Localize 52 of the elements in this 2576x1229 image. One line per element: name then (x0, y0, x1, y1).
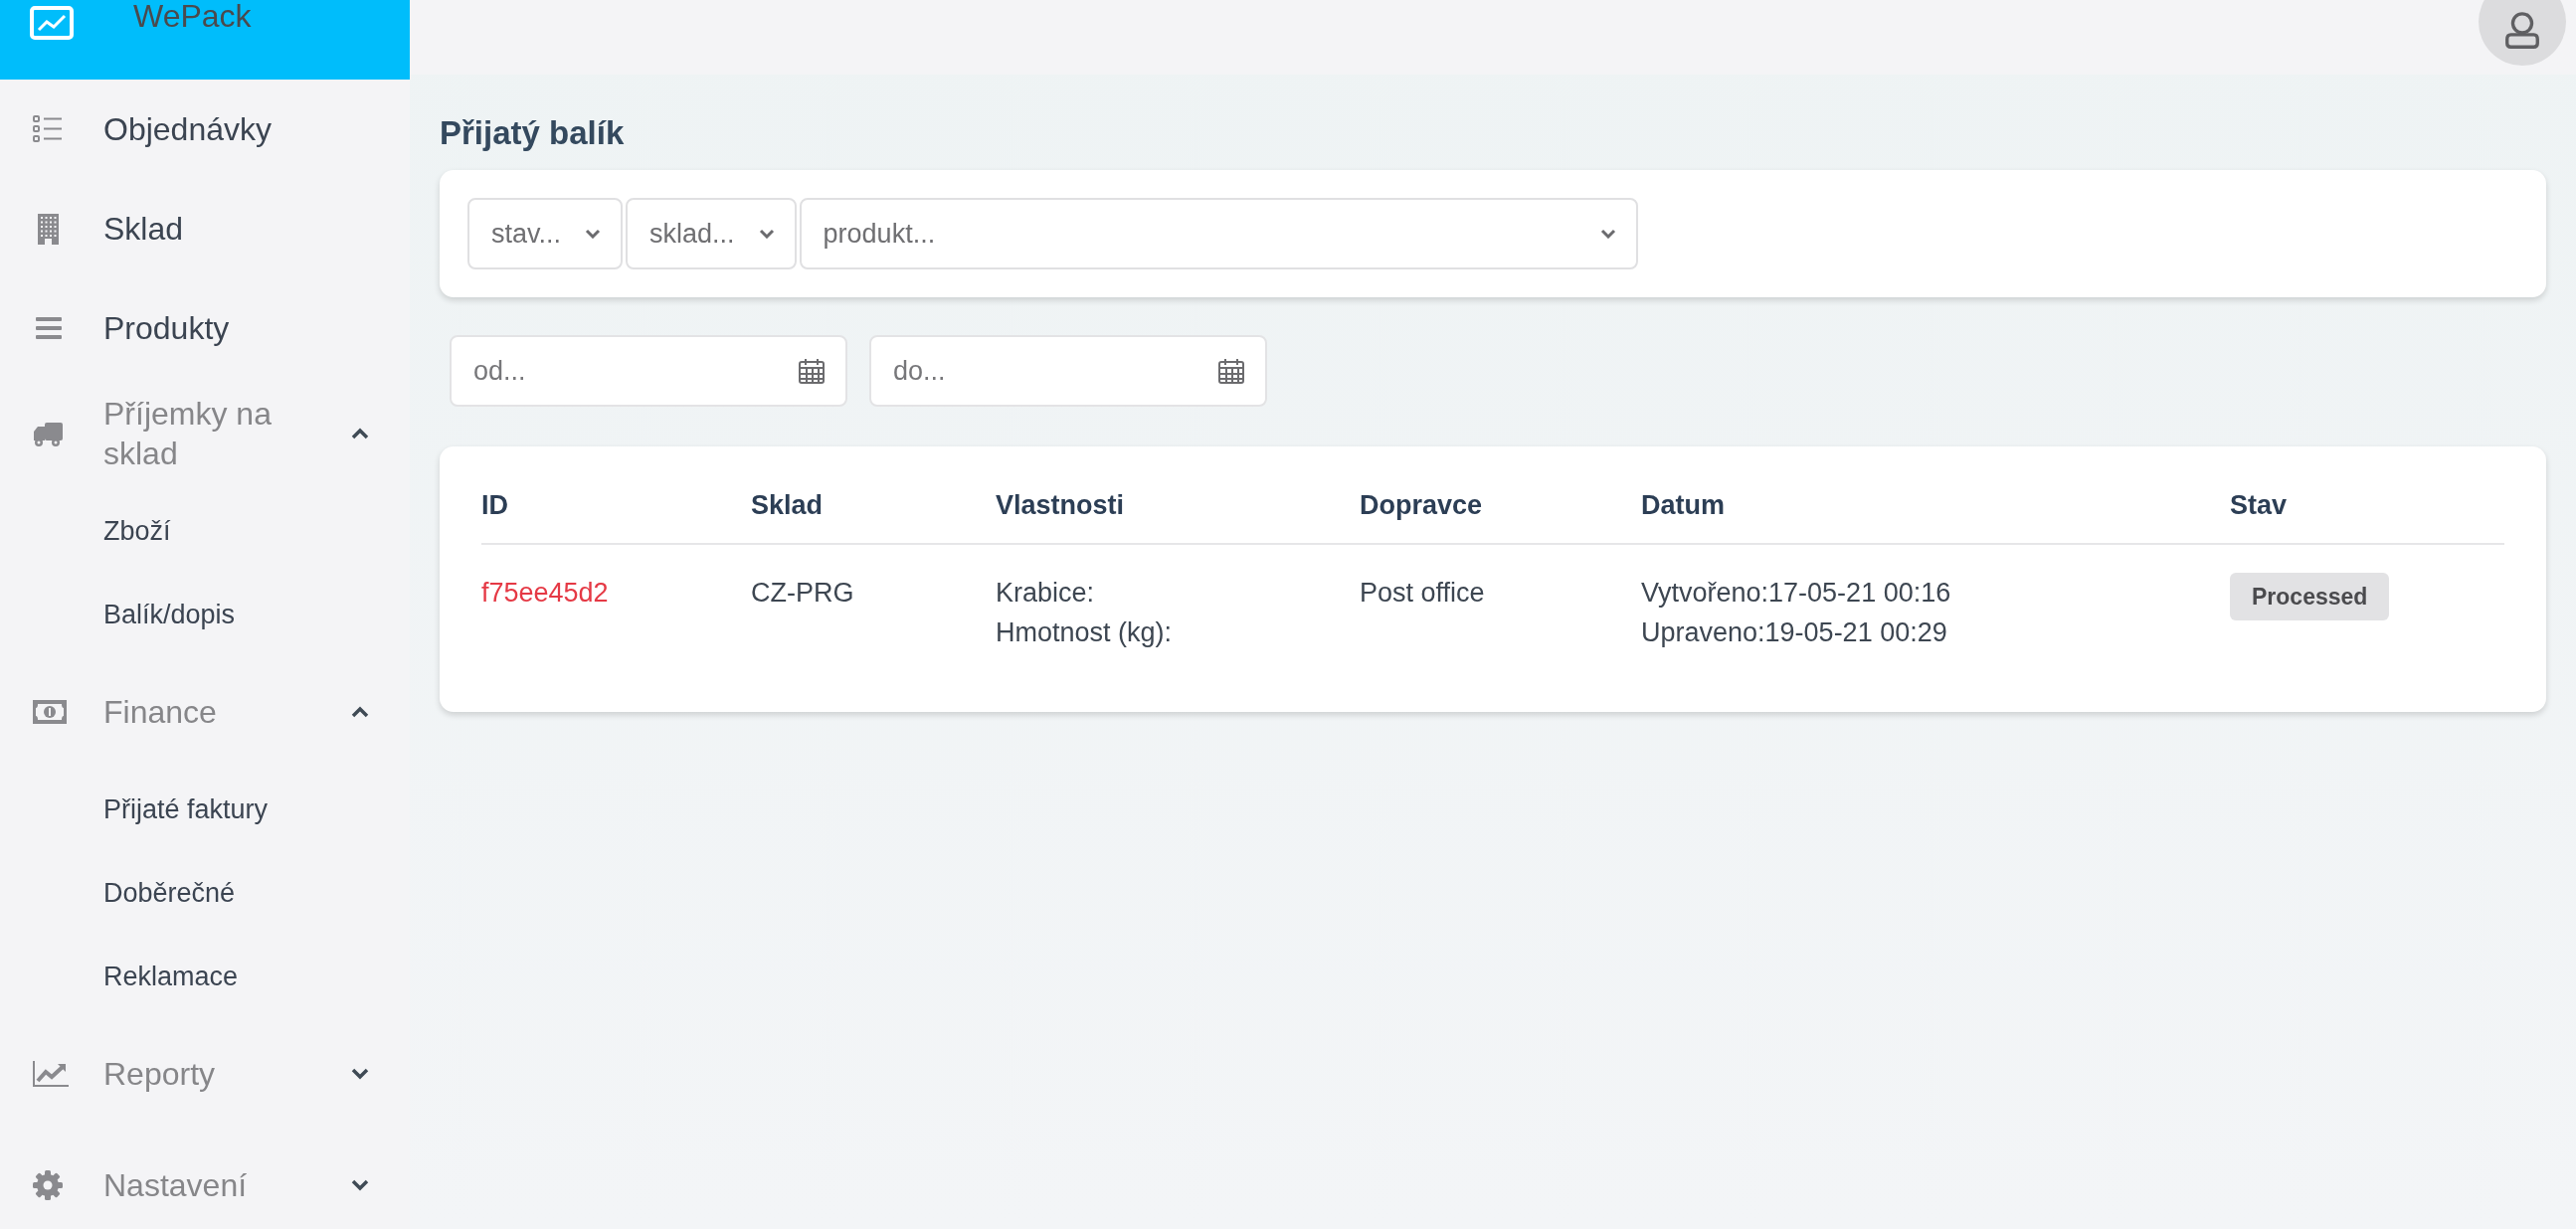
dropdown[interactable]: sklad... (626, 198, 797, 269)
column-header: Dopravce (1360, 490, 1484, 521)
sidebar-item-label: Příjemky na sklad (103, 395, 273, 473)
column-header: Datum (1641, 490, 1726, 521)
dropdown[interactable]: stav... (467, 198, 624, 269)
date-text: Upraveno:19-05-21 00:29 (1641, 616, 1947, 649)
id-link[interactable]: f75ee45d2 (481, 573, 609, 613)
date-text: Vytvořeno:17-05-21 00:16 (1641, 577, 1951, 610)
sidebar-item[interactable]: Produkty (0, 278, 270, 378)
chevron-down-icon (585, 229, 602, 239)
sidebar-subitem[interactable]: Balík/dopis (0, 573, 410, 656)
sidebar-item-label: Nastavení (103, 1166, 249, 1205)
table-cell-text: Post office (1360, 577, 1486, 610)
sidebar-item-label: Finance (103, 693, 218, 732)
user-avatar[interactable] (2479, 0, 2566, 66)
sidebar-subitem[interactable]: Doběrečné (0, 851, 410, 935)
sidebar-subitem[interactable]: Zboží (0, 489, 410, 573)
sidebar-item[interactable]: Příjemky na sklad (0, 378, 410, 489)
status-badge: Processed (2230, 573, 2390, 620)
sidebar-item[interactable]: Reporty (0, 1018, 410, 1130)
calendar-icon (798, 357, 826, 385)
sidebar-item-label: Sklad (103, 210, 184, 249)
list-icon (32, 113, 64, 145)
property-label: Krabice: (996, 577, 1095, 610)
column-header: Vlastnosti (996, 490, 1126, 521)
sidebar-item-label: Objednávky (103, 110, 272, 149)
table-cell-text: CZ-PRG (751, 577, 855, 610)
dropdown[interactable]: produkt... (799, 198, 1638, 269)
settings-icon (32, 1169, 64, 1201)
sidebar-item[interactable]: Finance (0, 656, 410, 768)
date-field[interactable]: do... (869, 335, 1267, 407)
banknote-icon (32, 699, 68, 725)
page-title: Přijatý balík (440, 114, 626, 152)
sidebar-item-label: Reporty (103, 1055, 217, 1094)
sidebar-subitem[interactable]: Přijaté faktury (0, 768, 410, 851)
property-label: Hmotnost (kg): (996, 616, 1173, 649)
brand-bar[interactable]: WePack (0, 0, 410, 80)
chevron-down-icon (1599, 229, 1616, 239)
column-header: Stav (2230, 490, 2289, 521)
date-field[interactable]: od... (450, 335, 847, 407)
sidebar-item-label: Produkty (103, 309, 230, 348)
sidebar-item[interactable]: Objednávky (0, 80, 311, 179)
sidebar-item[interactable]: Sklad (0, 179, 224, 278)
line-chart-icon (32, 1060, 70, 1088)
sidebar-item[interactable]: Nastavení (0, 1130, 410, 1229)
column-header: ID (481, 490, 509, 521)
column-header: Sklad (751, 490, 825, 521)
brand-name: WePack (133, 0, 252, 36)
chart-window-icon (30, 6, 74, 40)
chevron-down-icon (758, 229, 775, 239)
calendar-icon (1217, 357, 1245, 385)
sidebar-subitem[interactable]: Reklamace (0, 935, 410, 1018)
